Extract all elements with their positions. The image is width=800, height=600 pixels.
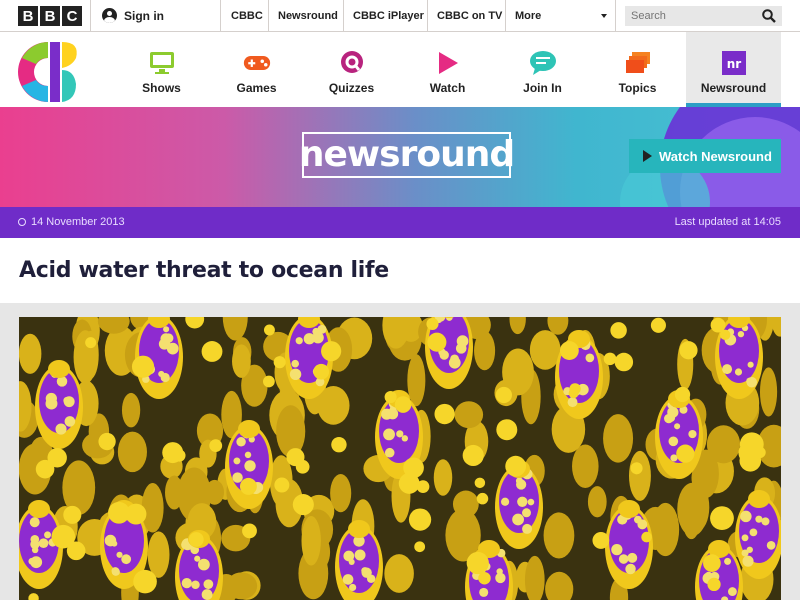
quiz-icon bbox=[338, 49, 366, 77]
bbc-logo-letter: C bbox=[62, 6, 82, 26]
user-avatar-icon bbox=[102, 8, 117, 23]
coral-photo bbox=[19, 317, 781, 600]
gamepad-icon bbox=[243, 49, 271, 77]
search-icon[interactable] bbox=[762, 9, 776, 23]
article-headline: Acid water threat to ocean life bbox=[19, 258, 389, 283]
divider bbox=[427, 0, 428, 32]
article-date-bar: 14 November 2013 Last updated at 14:05 bbox=[0, 207, 800, 238]
newsround-logo[interactable]: newsround bbox=[299, 132, 515, 178]
watch-newsround-label: Watch Newsround bbox=[659, 148, 772, 164]
publish-date: 14 November 2013 bbox=[18, 216, 125, 228]
divider bbox=[220, 0, 221, 32]
chevron-down-icon bbox=[601, 14, 607, 18]
nav-item-games[interactable]: Games bbox=[209, 32, 304, 107]
article-hero-image bbox=[19, 317, 781, 600]
more-menu[interactable]: More bbox=[507, 0, 549, 32]
play-icon bbox=[434, 49, 462, 77]
clock-icon bbox=[18, 218, 26, 226]
folders-icon bbox=[624, 49, 652, 77]
bbc-global-bar: B B C Sign in CBBC Newsround CBBC iPlaye… bbox=[0, 0, 800, 32]
monitor-icon bbox=[148, 49, 176, 77]
bbc-logo[interactable]: B B C bbox=[18, 6, 82, 26]
nav-item-label: Newsround bbox=[700, 81, 767, 95]
divider bbox=[343, 0, 344, 32]
bbc-logo-letter: B bbox=[18, 6, 38, 26]
nav-item-quizzes[interactable]: Quizzes bbox=[304, 32, 399, 107]
nav-item-label: Join In bbox=[523, 81, 562, 95]
divider bbox=[615, 0, 616, 32]
nav-item-join-in[interactable]: Join In bbox=[495, 32, 590, 107]
divider bbox=[268, 0, 269, 32]
nav-item-label: Watch bbox=[429, 81, 466, 95]
sign-in-label: Sign in bbox=[124, 8, 164, 23]
nav-item-label: Quizzes bbox=[328, 81, 375, 95]
nav-item-label: Games bbox=[236, 81, 277, 95]
chat-bubble-icon bbox=[529, 49, 557, 77]
nav-item-watch[interactable]: Watch bbox=[400, 32, 495, 107]
nav-item-shows[interactable]: Shows bbox=[114, 32, 209, 107]
toplink-newsround[interactable]: Newsround bbox=[270, 0, 346, 32]
svg-text:nr: nr bbox=[726, 57, 741, 71]
watch-newsround-button[interactable]: Watch Newsround bbox=[629, 139, 781, 173]
nav-item-label: Topics bbox=[618, 81, 657, 95]
cbbc-navigation: Shows Games Quizzes Watch Join In Topics… bbox=[0, 32, 800, 107]
divider bbox=[90, 0, 91, 32]
toplink-cbbc-on-tv[interactable]: CBBC on TV bbox=[429, 0, 510, 32]
publish-date-text: 14 November 2013 bbox=[31, 216, 125, 228]
play-icon bbox=[643, 150, 652, 162]
divider bbox=[505, 0, 506, 32]
last-updated: Last updated at 14:05 bbox=[674, 216, 781, 228]
toplink-cbbc-iplayer[interactable]: CBBC iPlayer bbox=[345, 0, 432, 32]
search-input[interactable] bbox=[625, 6, 782, 26]
cbbc-logo[interactable] bbox=[18, 40, 80, 104]
newsround-icon: nr bbox=[720, 49, 748, 77]
toplink-cbbc[interactable]: CBBC bbox=[223, 0, 271, 32]
nav-item-label: Shows bbox=[142, 81, 181, 95]
sign-in-link[interactable]: Sign in bbox=[102, 8, 164, 23]
nav-item-topics[interactable]: Topics bbox=[590, 32, 685, 107]
nav-item-newsround[interactable]: nr Newsround bbox=[686, 32, 781, 107]
bbc-logo-letter: B bbox=[40, 6, 60, 26]
